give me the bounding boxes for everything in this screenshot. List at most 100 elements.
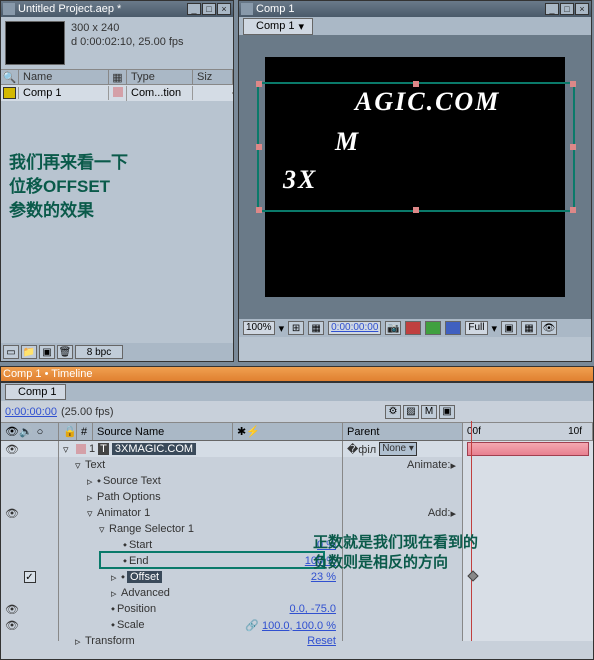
grid-icon[interactable]: ▦ xyxy=(308,321,324,335)
layer-index: 1 xyxy=(89,443,95,455)
close-button[interactable]: × xyxy=(217,3,231,15)
transparency-icon[interactable]: ▦ xyxy=(521,321,537,335)
parent-cell[interactable]: �філ None ▾ xyxy=(343,441,462,457)
comp-duration: d 0:00:02:10, 25.00 fps xyxy=(71,35,184,49)
playhead[interactable] xyxy=(471,421,472,641)
view-icon[interactable]: 👁 xyxy=(541,321,557,335)
viewer-footer: 100%▾ ⊞ ▦ 0:00:00:00 📷 Full▾ ▣ ▦ 👁 xyxy=(239,319,591,337)
current-time[interactable]: 0:00:00:00 xyxy=(5,406,57,418)
timeline-tab[interactable]: Comp 1 xyxy=(5,384,66,400)
prop-offset[interactable]: ▹⬩Offset23 % xyxy=(59,569,342,585)
find-icon[interactable]: 🔍 xyxy=(1,70,19,84)
ruler-0: 00f xyxy=(467,426,481,437)
viewer-title: Comp 1 xyxy=(256,3,295,15)
minimize-button[interactable]: _ xyxy=(187,3,201,15)
annotation-direction: 正数就是我们现在看到的 负数则是相反的方向 xyxy=(313,533,573,573)
comp-button[interactable]: ▣ xyxy=(39,345,55,359)
zoom-select[interactable]: 100% xyxy=(243,321,275,335)
comp-thumbnail xyxy=(5,21,65,65)
folder-button[interactable]: 📁 xyxy=(21,345,37,359)
prop-position[interactable]: ⬩Position0.0, -75.0 xyxy=(59,601,342,617)
minimize-button[interactable]: _ xyxy=(545,3,559,15)
bpc-button[interactable]: 8 bpc xyxy=(75,345,123,359)
project-title: Untitled Project.aep * xyxy=(18,3,121,15)
visibility-toggle[interactable]: 👁 xyxy=(5,619,19,632)
animate-menu[interactable]: ▸ xyxy=(450,459,456,472)
parent-header[interactable]: Parent xyxy=(343,423,463,440)
col-name[interactable]: Name xyxy=(19,70,109,84)
text-fragment-2: M xyxy=(335,127,360,157)
comp-tab[interactable]: Comp 1 ▾ xyxy=(243,18,313,35)
item-name: Comp 1 xyxy=(19,86,109,100)
snapshot-icon[interactable]: 📷 xyxy=(385,321,401,335)
prop-animator[interactable]: ▿Animator 1 xyxy=(59,505,342,521)
prop-path-options[interactable]: ▹Path Options xyxy=(59,489,342,505)
col-type[interactable]: Type xyxy=(127,70,193,84)
motion-blur-icon[interactable]: M xyxy=(421,405,437,419)
prop-range-selector[interactable]: ▿Range Selector 1 xyxy=(59,521,342,537)
visibility-toggle[interactable]: 👁 xyxy=(5,507,19,520)
3d-icon[interactable]: ▣ xyxy=(439,405,455,419)
project-item-row[interactable]: Comp 1 Com...tion xyxy=(1,85,233,101)
prop-scale[interactable]: ⬩Scale🔗 100.0, 100.0 % xyxy=(59,617,342,633)
comp-stage[interactable]: AGIC.COM M 3X xyxy=(239,35,591,319)
maximize-button[interactable]: □ xyxy=(560,3,574,15)
prop-transform[interactable]: ▹TransformReset xyxy=(59,633,342,649)
item-type: Com...tion xyxy=(127,86,193,100)
project-icon xyxy=(3,3,15,15)
num-header: # xyxy=(77,423,93,440)
resolution-select[interactable]: Full xyxy=(465,321,487,335)
timecode-field[interactable]: 0:00:00:00 xyxy=(328,321,381,335)
visibility-toggle[interactable]: 👁 xyxy=(5,443,19,456)
viewer-titlebar: Comp 1 _ □ × xyxy=(239,1,591,17)
prop-text[interactable]: ▿Text xyxy=(59,457,342,473)
prop-end[interactable]: ⬩End100 % xyxy=(59,553,342,569)
channel-green[interactable] xyxy=(425,321,441,335)
fps-label: (25.00 fps) xyxy=(61,406,114,418)
comp-viewer-panel: Comp 1 _ □ × Comp 1 ▾ AGIC.COM M xyxy=(238,0,592,362)
ruler-10: 10f xyxy=(568,426,582,437)
prop-advanced[interactable]: ▹Advanced xyxy=(59,585,342,601)
add-menu[interactable]: ▸ xyxy=(450,507,456,520)
project-titlebar: Untitled Project.aep * _ □ × xyxy=(1,1,233,17)
source-header[interactable]: Source Name xyxy=(93,423,233,440)
timeline-title-text: Comp 1 • Timeline xyxy=(3,368,92,380)
project-toolbar: ▭ 📁 ▣ 🗑 8 bpc xyxy=(1,343,233,361)
shy-icon[interactable]: ⚙ xyxy=(385,405,401,419)
comp-dimensions: 300 x 240 xyxy=(71,21,184,35)
maximize-button[interactable]: □ xyxy=(202,3,216,15)
project-panel: Untitled Project.aep * _ □ × 300 x 240 d… xyxy=(0,0,234,362)
comp-type-icon xyxy=(3,87,16,99)
interpret-button[interactable]: ▭ xyxy=(3,345,19,359)
lock-header-icon: 🔒 xyxy=(63,425,77,438)
close-button[interactable]: × xyxy=(575,3,589,15)
text-fragment-1: AGIC.COM xyxy=(355,87,500,117)
timeline-panel: Comp 1 0:00:00:00 (25.00 fps) ⚙ ▨ M ▣ 👁 … xyxy=(0,382,594,660)
layer-duration-bar[interactable] xyxy=(467,442,589,456)
timeline-titlebar: Comp 1 • Timeline xyxy=(0,366,594,382)
roi-icon[interactable]: ▣ xyxy=(501,321,517,335)
safe-zones-icon[interactable]: ⊞ xyxy=(288,321,304,335)
keyframe-checkbox[interactable]: ✓ xyxy=(24,571,36,583)
animate-label: Animate: xyxy=(407,459,450,471)
fx-icon: ⚡ xyxy=(246,425,260,438)
comp-canvas[interactable]: AGIC.COM M 3X xyxy=(265,57,565,297)
annotation-offset: 我们再来看一下 位移OFFSET 参数的效果 xyxy=(9,151,128,223)
timeline-body: 👁 👁 ✓ 👁 👁 ▿ 1 T 3XMAGIC.COM ▿Text ▹⬩Sour… xyxy=(1,441,593,641)
timeline-header: 👁 🔊 ○ 🔒 # Source Name ✱ ⚡ Parent 00f 10f xyxy=(1,423,593,441)
layer-row[interactable]: ▿ 1 T 3XMAGIC.COM xyxy=(59,441,342,457)
col-size[interactable]: Siz xyxy=(193,70,233,84)
frame-blend-icon[interactable]: ▨ xyxy=(403,405,419,419)
quality-icon: ✱ xyxy=(237,425,246,438)
trash-button[interactable]: 🗑 xyxy=(57,345,73,359)
text-fragment-3: 3X xyxy=(283,165,317,195)
prop-start[interactable]: ⬩Start0 % xyxy=(59,537,342,553)
channel-blue[interactable] xyxy=(445,321,461,335)
layer-name: 3XMAGIC.COM xyxy=(112,443,196,455)
channel-red[interactable] xyxy=(405,321,421,335)
comp-tab-label: Comp 1 xyxy=(256,20,295,32)
audio-header-icon: 🔊 xyxy=(19,425,33,438)
visibility-toggle[interactable]: 👁 xyxy=(5,603,19,616)
label-icon[interactable]: ▦ xyxy=(109,70,127,84)
prop-source-text[interactable]: ▹⬩Source Text xyxy=(59,473,342,489)
